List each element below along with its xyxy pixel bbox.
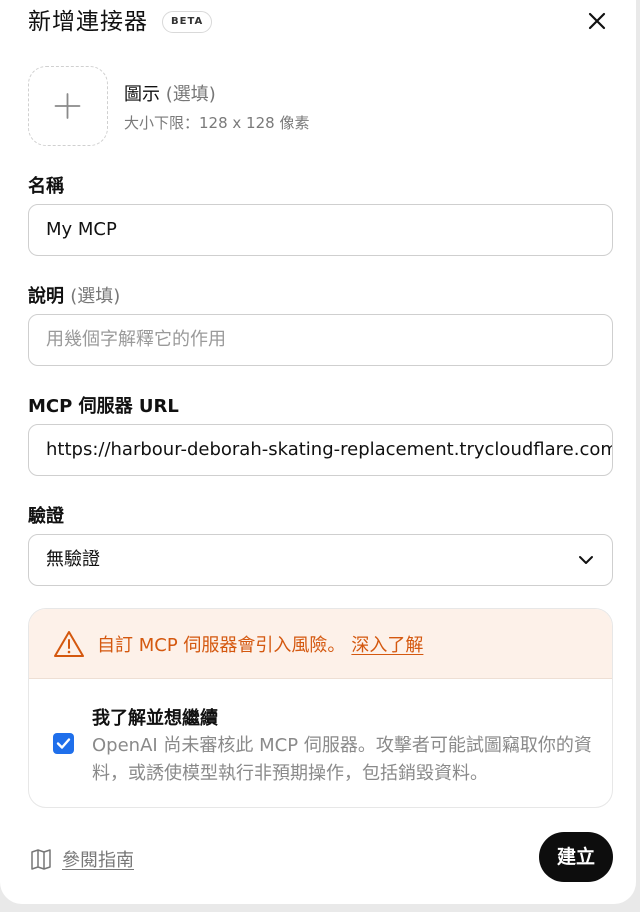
icon-field-label: 圖示 (選填) xyxy=(124,80,216,106)
dialog-title: 新增連接器 xyxy=(28,9,148,35)
auth-select[interactable]: 無驗證 xyxy=(28,534,613,586)
description-label: 說明 (選填) xyxy=(28,282,120,308)
acknowledge-checkbox[interactable] xyxy=(53,733,74,754)
book-icon xyxy=(31,849,51,870)
beta-badge: BETA xyxy=(162,11,213,33)
server-url-input[interactable]: https://harbour-deborah-skating-replacem… xyxy=(28,424,613,476)
new-connector-dialog: 新增連接器 BETA 圖示 (選填) 大小下限：128 x 128 像素 名稱 … xyxy=(0,0,636,904)
risk-warning-panel: 自訂 MCP 伺服器會引入風險。 深入了解 我了解並想繼續 OpenAI 尚未審核… xyxy=(28,608,613,808)
name-label: 名稱 xyxy=(28,176,64,197)
auth-label: 驗證 xyxy=(28,506,64,527)
optional-tag: (選填) xyxy=(165,84,216,105)
name-input[interactable]: My MCP xyxy=(28,204,613,256)
acknowledge-title: 我了解並想繼續 xyxy=(92,708,218,729)
close-button[interactable] xyxy=(582,6,612,36)
icon-size-hint: 大小下限：128 x 128 像素 xyxy=(124,114,310,132)
warning-triangle-icon xyxy=(54,631,84,657)
checkmark-icon xyxy=(56,738,71,749)
description-label-text: 說明 xyxy=(28,286,64,307)
create-button[interactable]: 建立 xyxy=(539,832,613,882)
chevron-down-icon xyxy=(579,556,593,564)
description-input[interactable]: 用幾個字解釋它的作用 xyxy=(28,314,613,366)
guide-link[interactable]: 參閱指南 xyxy=(62,846,134,872)
server-url-label: MCP 伺服器 URL xyxy=(28,396,179,417)
warning-text: 自訂 MCP 伺服器會引入風險。 xyxy=(97,635,346,656)
acknowledge-description: OpenAI 尚未審核此 MCP 伺服器。攻擊者可能試圖竊取你的資料，或誘使模型… xyxy=(92,735,592,784)
warning-message: 自訂 MCP 伺服器會引入風險。 深入了解 xyxy=(97,631,423,657)
auth-selected-value: 無驗證 xyxy=(46,549,100,570)
icon-label-text: 圖示 xyxy=(124,84,160,105)
optional-tag: (選填) xyxy=(70,286,121,307)
learn-more-link[interactable]: 深入了解 xyxy=(351,635,423,656)
icon-upload-button[interactable] xyxy=(28,66,108,146)
plus-icon xyxy=(54,93,81,119)
close-icon xyxy=(588,12,606,30)
warning-header: 自訂 MCP 伺服器會引入風險。 深入了解 xyxy=(29,609,612,679)
